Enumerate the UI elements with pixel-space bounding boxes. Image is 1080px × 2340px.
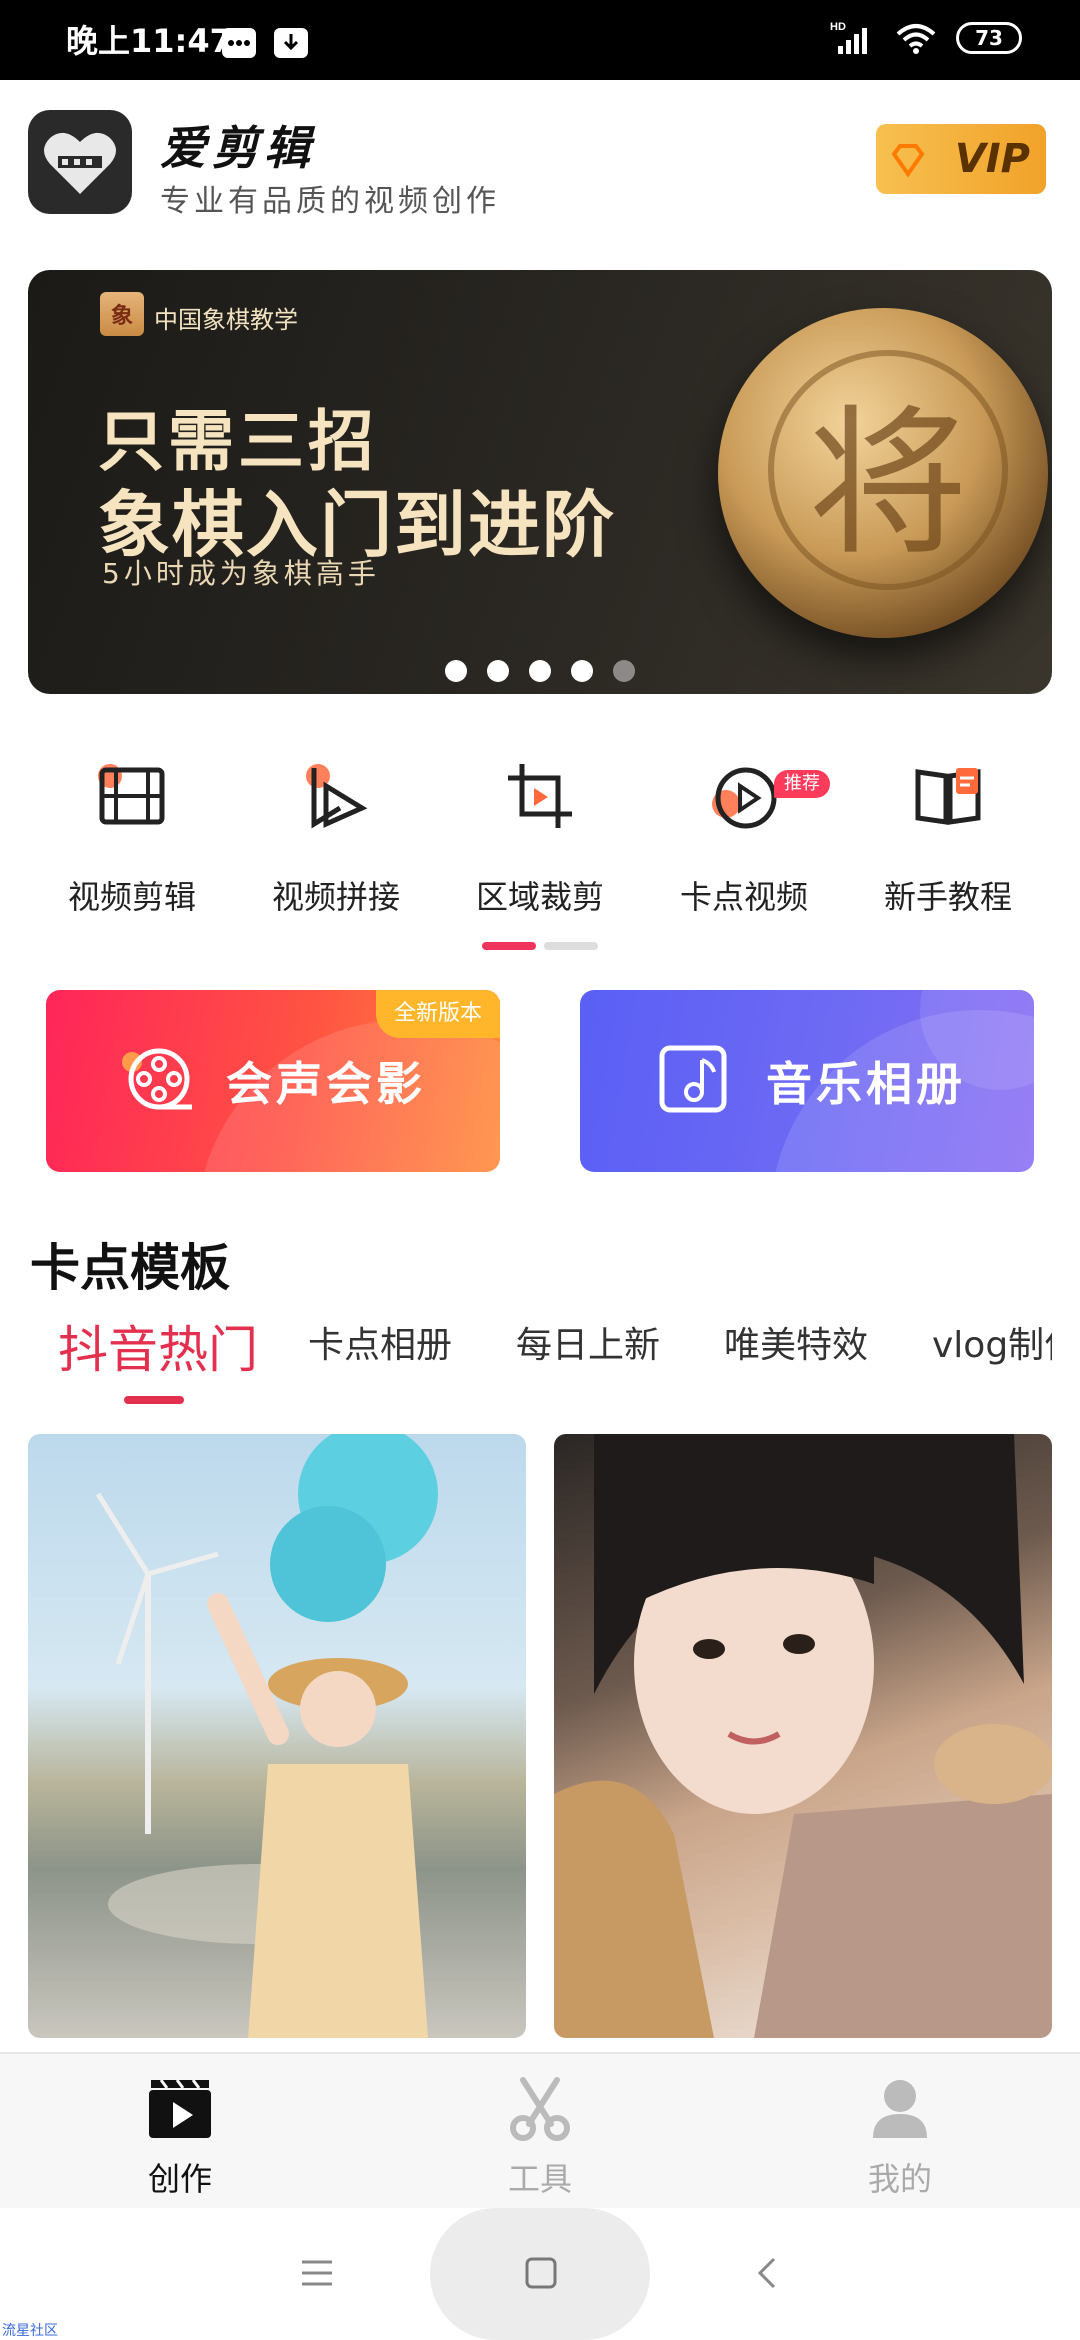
pagination-dot[interactable] (529, 660, 551, 682)
girl-portrait-image (554, 1434, 1052, 2038)
nav-create[interactable]: 创作 (0, 2054, 360, 2210)
menu-icon[interactable] (300, 2258, 334, 2288)
wifi-icon (896, 24, 936, 54)
active-tab-indicator (124, 1396, 184, 1404)
tool-pager (482, 942, 600, 950)
tab-daily-new[interactable]: 每日上新 (516, 1316, 660, 1368)
film-edit-icon (98, 764, 165, 825)
tab-douyin-hot[interactable]: 抖音热门 (58, 1316, 258, 1382)
music-note-icon (659, 1045, 727, 1113)
app-title: 爱剪辑 (160, 121, 316, 175)
video-studio-card[interactable]: 会声会影 全新版本 (46, 990, 500, 1172)
scissors-icon (510, 2077, 570, 2141)
vip-button[interactable]: VIP (876, 124, 1046, 194)
network-label: HD (830, 21, 846, 33)
pager-inactive (544, 942, 598, 950)
pager-active (482, 942, 536, 950)
battery-indicator: 73 (956, 22, 1022, 54)
tab-effects[interactable]: 唯美特效 (724, 1316, 868, 1368)
app-tagline: 专业有品质的视频创作 (160, 184, 500, 219)
pagination-dot[interactable] (445, 660, 467, 682)
music-album-title: 音乐相册 (766, 1057, 966, 1111)
banner-subline: 5小时成为象棋高手 (102, 557, 380, 590)
nav-label: 创作 (147, 2160, 212, 2198)
pagination-dot[interactable] (613, 660, 635, 682)
bottom-nav: 创作 工具 我的 (0, 2052, 1080, 2208)
tool-label: 卡点视频 (679, 878, 808, 916)
create-icon (149, 2079, 211, 2138)
vip-label: VIP (954, 136, 1030, 182)
profile-icon (873, 2080, 927, 2138)
promo-banner[interactable]: 象 中国象棋教学 只需三招 象棋入门到进阶 5小时成为象棋高手 将 (28, 270, 1052, 694)
tool-video-edit[interactable]: 视频剪辑 (30, 760, 234, 930)
status-bar: 晚上11:47 HD 73 (0, 0, 1080, 80)
tool-label: 视频拼接 (271, 878, 400, 916)
new-version-tag: 全新版本 (375, 990, 500, 1038)
tool-region-crop[interactable]: 区域裁剪 (438, 760, 642, 930)
back-icon[interactable] (754, 2256, 780, 2290)
tool-video-join[interactable]: 视频拼接 (234, 760, 438, 930)
tool-label: 新手教程 (883, 878, 1012, 916)
app-logo (28, 110, 132, 214)
watermark: 流星社区 (2, 2323, 58, 2339)
recommend-badge: 推荐 (774, 770, 830, 798)
status-time: 晚上11:47 (66, 22, 232, 60)
film-reel-icon (122, 1048, 192, 1110)
system-nav-bar (0, 2208, 1080, 2340)
video-join-icon (306, 764, 368, 829)
signal-icon: HD (830, 21, 867, 54)
tab-beat-album[interactable]: 卡点相册 (308, 1316, 452, 1368)
home-icon[interactable] (524, 2256, 558, 2290)
banner-pagination (28, 660, 1052, 682)
tool-label: 视频剪辑 (67, 878, 196, 916)
template-thumbnail[interactable] (554, 1434, 1052, 2038)
diamond-icon (891, 144, 925, 178)
nav-label: 工具 (507, 2160, 572, 2198)
nav-profile[interactable]: 我的 (720, 2054, 1080, 2210)
banner-brand: 中国象棋教学 (154, 306, 298, 334)
tool-beat-video[interactable]: 推荐 卡点视频 (642, 760, 846, 930)
section-title: 卡点模板 (30, 1239, 230, 1297)
tutorial-book-icon (915, 768, 981, 825)
chess-piece-char: 将 (768, 350, 1008, 590)
pagination-dot[interactable] (487, 660, 509, 682)
crop-icon (508, 764, 572, 828)
chess-brand-icon: 象 (100, 292, 144, 336)
video-studio-title: 会声会影 (226, 1057, 426, 1111)
tab-vlog[interactable]: vlog制作 (932, 1316, 1052, 1368)
pagination-dot[interactable] (571, 660, 593, 682)
category-tabs: 抖音热门 卡点相册 每日上新 唯美特效 vlog制作 (30, 1316, 1052, 1396)
girl-balloon-image (95, 1434, 438, 2038)
template-thumbnail[interactable] (28, 1434, 526, 2038)
tool-grid: 视频剪辑 视频拼接 区域裁剪 推荐 卡点视频 新手教程 (30, 760, 1050, 930)
download-icon (274, 28, 308, 58)
nav-label: 我的 (867, 2160, 932, 2198)
tool-label: 区域裁剪 (475, 878, 604, 916)
heart-film-icon (44, 132, 116, 194)
tool-tutorial[interactable]: 新手教程 (846, 760, 1050, 930)
beat-video-icon (712, 767, 777, 829)
nav-tools[interactable]: 工具 (360, 2054, 720, 2210)
music-album-card[interactable]: 音乐相册 (580, 990, 1034, 1172)
message-icon (222, 28, 256, 58)
